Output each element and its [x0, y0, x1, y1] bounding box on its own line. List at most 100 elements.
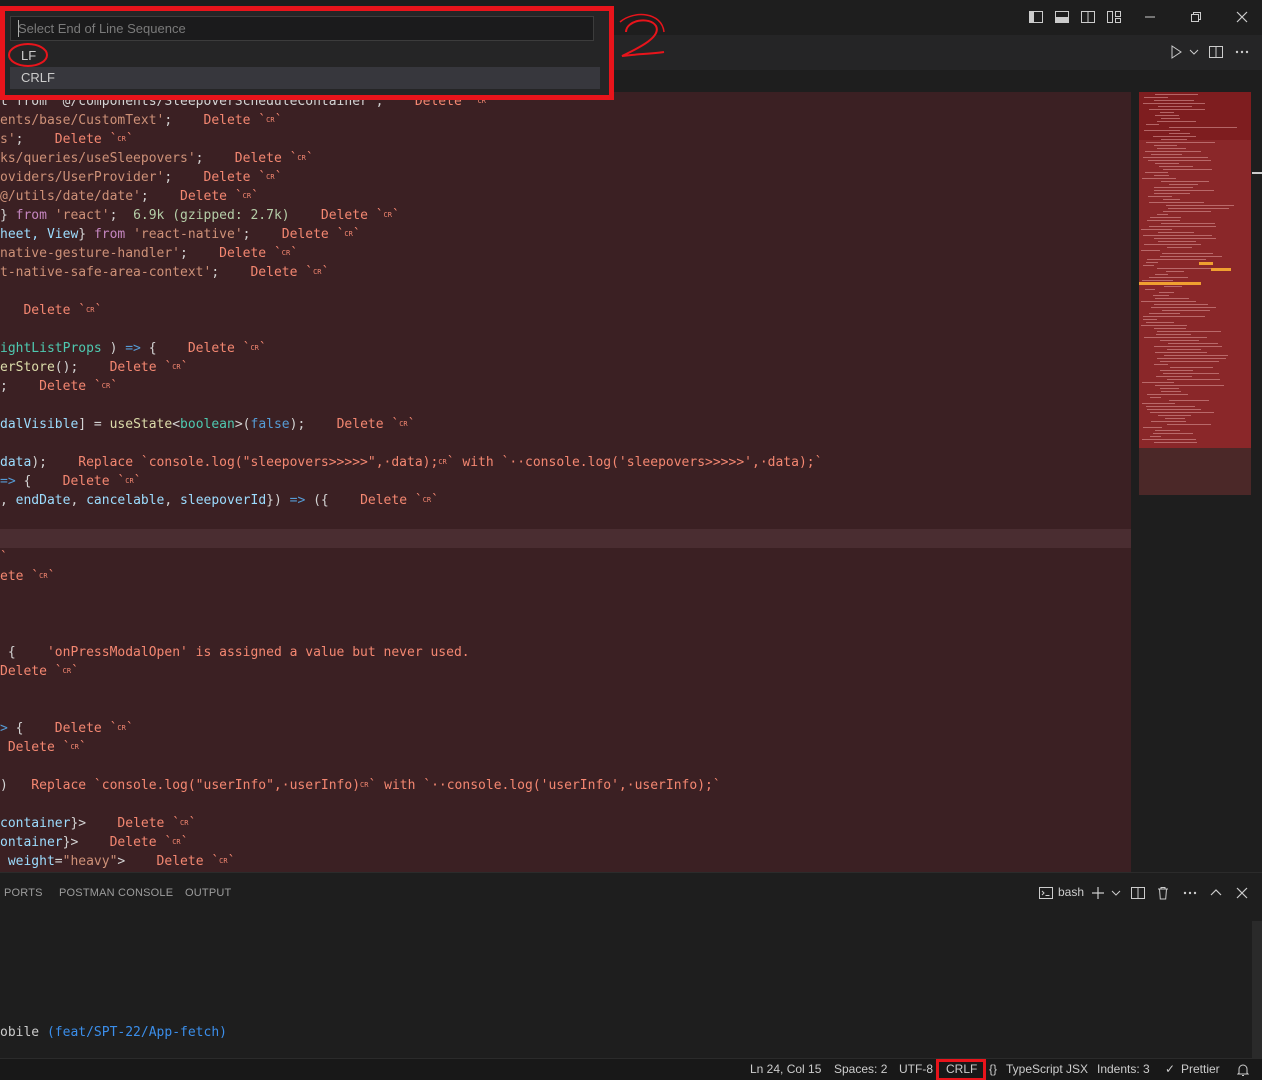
code-token: ); — [289, 417, 306, 432]
minimap-line — [1147, 409, 1201, 410]
minimap-line — [1141, 301, 1196, 302]
code-token: endDate — [15, 493, 71, 508]
minimap-line — [1157, 268, 1216, 269]
code-line: heet, View} from 'react-native'; Delete … — [0, 225, 361, 244]
run-debug-icon[interactable] — [1168, 44, 1184, 60]
language-mode[interactable]: TypeScript JSX — [1006, 1062, 1088, 1076]
lint-message: ` — [274, 170, 283, 185]
lint-message: CR — [39, 572, 48, 580]
terminal-scrollbar[interactable] — [1252, 921, 1262, 1059]
minimap-line — [1165, 418, 1185, 419]
close-window-icon[interactable] — [1234, 9, 1250, 25]
code-token: ; — [164, 113, 181, 128]
code-line: oviders/UserProvider'; Delete `CR` — [0, 168, 282, 187]
lint-message: ` — [71, 664, 79, 679]
annotation-highlight-box — [0, 6, 614, 100]
minimap-line — [1161, 391, 1181, 392]
file-encoding[interactable]: UTF-8 — [899, 1062, 933, 1076]
tab-ports[interactable]: PORTS — [4, 887, 43, 899]
chevron-down-icon[interactable] — [1108, 885, 1121, 901]
minimap-line — [1167, 379, 1220, 380]
code-token: cancelable — [86, 493, 165, 508]
code-line: weight="heavy"> Delete `CR` — [0, 852, 236, 871]
trash-icon[interactable] — [1155, 885, 1171, 901]
lint-message: ` — [0, 550, 8, 565]
code-line: Delete `CR` — [0, 301, 102, 320]
lint-message: Delete ` — [31, 721, 118, 736]
minimize-icon[interactable] — [1142, 9, 1158, 25]
lint-message: ` — [125, 132, 134, 147]
minimap-line — [1160, 112, 1174, 113]
code-token: (); — [54, 360, 87, 375]
lint-message: ` — [133, 474, 142, 489]
code-token: ] = — [78, 417, 110, 432]
lint-message: Delete ` — [86, 360, 173, 375]
lint-message: CR — [62, 667, 72, 675]
lint-message: Delete ` — [305, 417, 400, 432]
code-line: Delete `CR` — [0, 662, 79, 681]
minimap-line — [1163, 211, 1211, 212]
lint-message: ` — [180, 835, 189, 850]
lint-message: ` — [251, 189, 259, 204]
minimap-line — [1154, 145, 1177, 146]
more-actions-icon[interactable] — [1182, 885, 1198, 901]
toggle-panel-icon[interactable] — [1054, 9, 1070, 25]
customize-layout-icon[interactable] — [1106, 9, 1122, 25]
code-token: t-native-safe-area-context' — [0, 265, 212, 280]
bell-icon[interactable] — [1236, 1063, 1250, 1077]
lint-message: ` — [431, 493, 439, 508]
split-terminal-icon[interactable] — [1130, 885, 1146, 901]
minimap-line — [1142, 439, 1196, 440]
lint-message: CR — [117, 724, 126, 732]
close-panel-icon[interactable] — [1234, 885, 1250, 901]
lint-message: ` — [188, 816, 197, 831]
cursor-position[interactable]: Ln 24, Col 15 — [750, 1062, 821, 1076]
lint-message: ` — [290, 246, 299, 261]
restore-icon[interactable] — [1188, 9, 1204, 25]
minimap-line — [1168, 343, 1218, 344]
code-line: ) Replace `console.log("userInfo",·userI… — [0, 776, 721, 795]
code-line: erStore(); Delete `CR` — [0, 358, 188, 377]
prettier-status[interactable]: Prettier — [1181, 1062, 1220, 1076]
chevron-down-icon[interactable] — [1186, 44, 1199, 60]
lint-message: CR — [250, 344, 259, 352]
indentation-spaces[interactable]: Spaces: 2 — [834, 1062, 887, 1076]
lint-message: CR — [70, 743, 79, 751]
toggle-secondary-sidebar-icon[interactable] — [1080, 9, 1096, 25]
code-token: }) — [266, 493, 290, 508]
code-token: ; — [140, 189, 157, 204]
code-token: false — [250, 417, 290, 432]
minimap[interactable] — [1131, 92, 1262, 872]
lint-message: CR — [383, 211, 392, 219]
lint-message: CR — [125, 477, 134, 485]
minimap-line — [1154, 346, 1222, 347]
tab-output[interactable]: OUTPUT — [185, 887, 231, 899]
code-line: } from 'react'; 6.9k (gzipped: 2.7k) Del… — [0, 206, 400, 225]
plus-icon[interactable] — [1090, 885, 1106, 901]
minimap-line — [1160, 388, 1179, 389]
code-token: 'react' — [54, 208, 110, 223]
terminal-name[interactable]: bash — [1058, 885, 1084, 899]
terminal-prompt[interactable]: obile (feat/SPT-22/App-fetch) — [0, 1025, 227, 1040]
code-line: Delete `CR` — [0, 738, 87, 757]
indents-setting[interactable]: Indents: 3 — [1097, 1062, 1150, 1076]
split-editor-icon[interactable] — [1208, 44, 1224, 60]
code-line: s'; Delete `CR` — [0, 130, 134, 149]
minimap-line — [1169, 127, 1237, 128]
minimap-line — [1159, 292, 1174, 293]
minimap-line — [1143, 103, 1205, 104]
minimap-line — [1154, 238, 1216, 239]
code-editor[interactable]: t from '@/components/SleepoverScheduleCo… — [0, 92, 1131, 872]
tab-postman-console[interactable]: POSTMAN CONSOLE — [59, 887, 173, 899]
minimap-line — [1169, 133, 1190, 134]
code-line: dalVisible] = useState<boolean>(false); … — [0, 415, 415, 434]
lint-message: Delete ` — [336, 493, 423, 508]
minimap-line — [1166, 271, 1184, 272]
minimap-line — [1154, 304, 1208, 305]
more-actions-icon[interactable] — [1234, 44, 1250, 60]
lint-message: Delete ` — [125, 854, 220, 869]
toggle-primary-sidebar-icon[interactable] — [1028, 9, 1044, 25]
code-line: => { Delete `CR` — [0, 472, 142, 491]
maximize-panel-icon[interactable] — [1208, 885, 1224, 901]
lint-message: ` — [94, 303, 103, 318]
